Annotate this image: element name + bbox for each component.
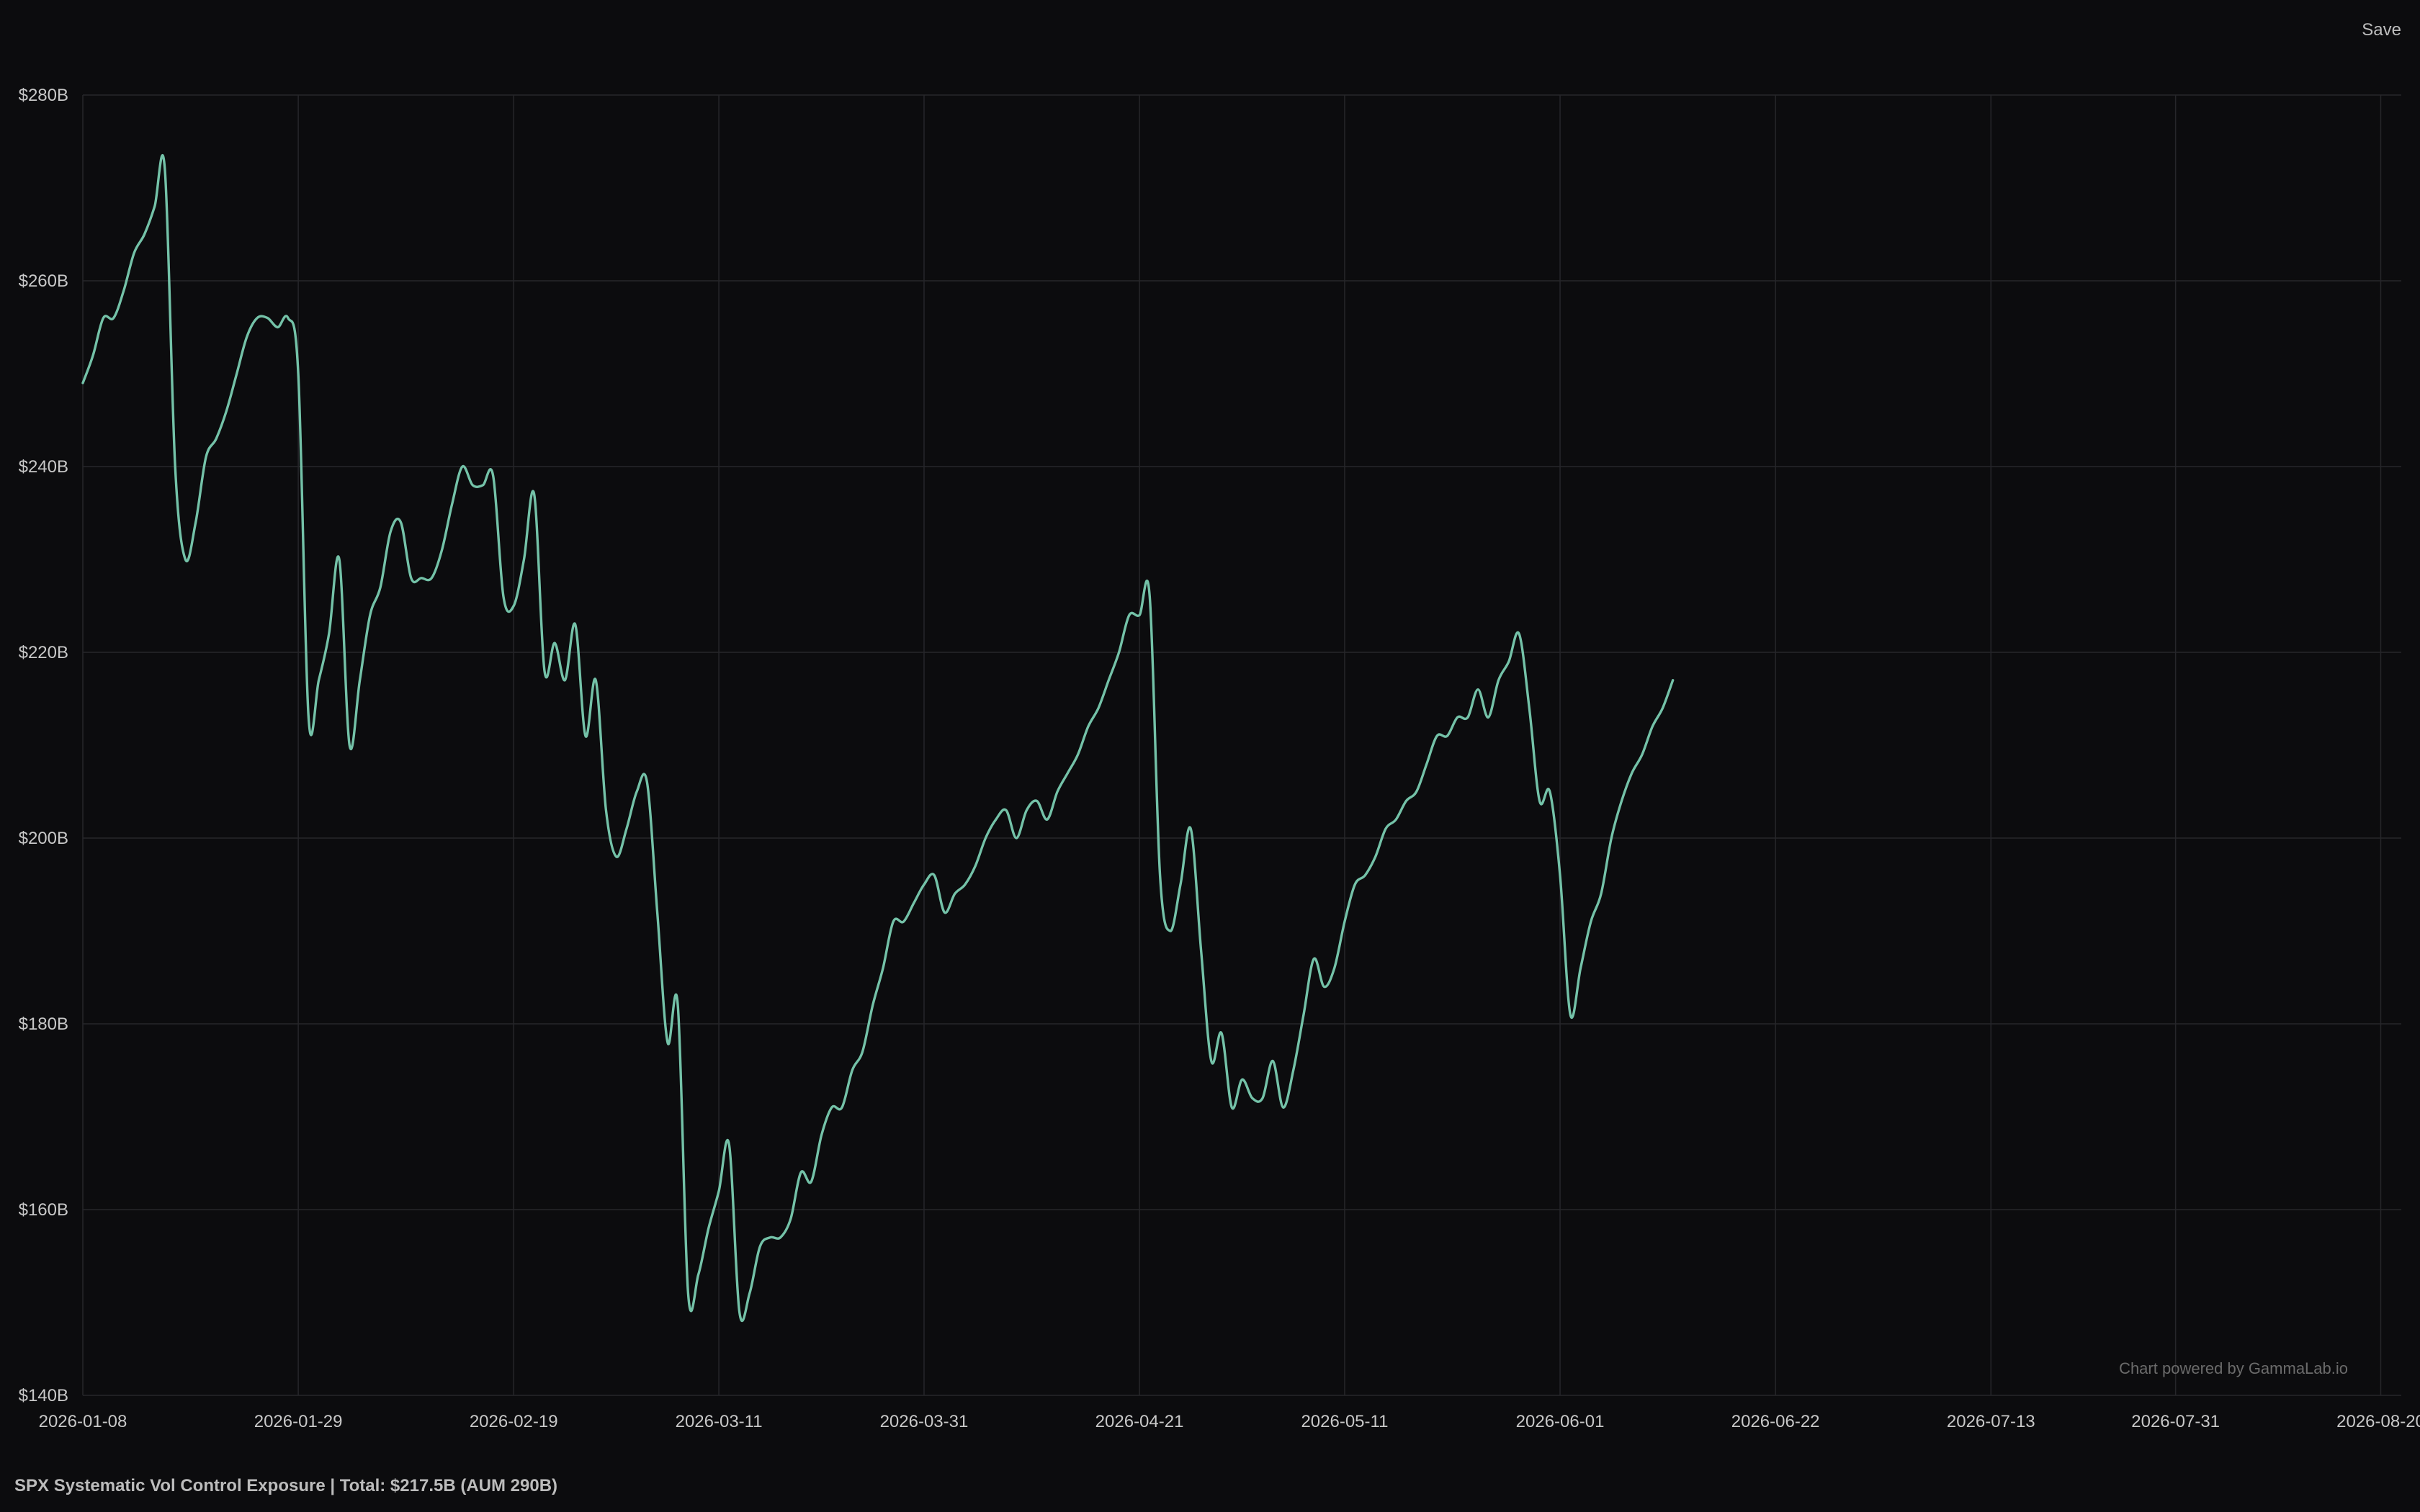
x-tick-label: 2026-06-01 — [1516, 1412, 1605, 1431]
x-axis: 2026-01-08 2026-01-29 2026-02-19 2026-03-11… — [39, 1412, 2420, 1431]
x-tick-label: 2026-05-11 — [1301, 1412, 1388, 1431]
y-tick-label: $260B — [19, 271, 68, 291]
x-tick-label: 2026-06-22 — [1731, 1412, 1820, 1431]
x-tick-label: 2026-03-31 — [880, 1412, 969, 1431]
x-tick-label: 2026-03-11 — [676, 1412, 763, 1431]
series-line — [81, 154, 1675, 1323]
grid — [82, 94, 2401, 1396]
y-tick-label: $160B — [19, 1200, 68, 1220]
x-tick-label: 2026-07-31 — [2131, 1412, 2220, 1431]
y-tick-label: $240B — [19, 457, 68, 477]
y-tick-label: $220B — [19, 643, 68, 662]
x-tick-label: 2026-01-29 — [254, 1412, 343, 1431]
y-tick-label: $280B — [19, 86, 68, 105]
x-tick-label: 2026-08-20 — [2336, 1412, 2420, 1431]
x-tick-label: 2026-04-21 — [1095, 1412, 1184, 1431]
x-tick-label: 2026-01-08 — [39, 1412, 127, 1431]
line-chart: $280B $260B $240B $220B $200B $180B $160B $140B… — [19, 86, 2420, 1431]
y-tick-label: $200B — [19, 829, 68, 848]
y-tick-label: $140B — [19, 1386, 68, 1405]
watermark-text: Chart powered by GammaLab.io — [2119, 1359, 2348, 1377]
x-tick-label: 2026-07-13 — [1947, 1412, 2035, 1431]
chart-caption: SPX Systematic Vol Control Exposure | To… — [14, 1476, 558, 1495]
y-tick-label: $180B — [19, 1014, 68, 1034]
x-tick-label: 2026-02-19 — [470, 1412, 558, 1431]
y-axis: $280B $260B $240B $220B $200B $180B $160B $140B — [19, 86, 68, 1405]
